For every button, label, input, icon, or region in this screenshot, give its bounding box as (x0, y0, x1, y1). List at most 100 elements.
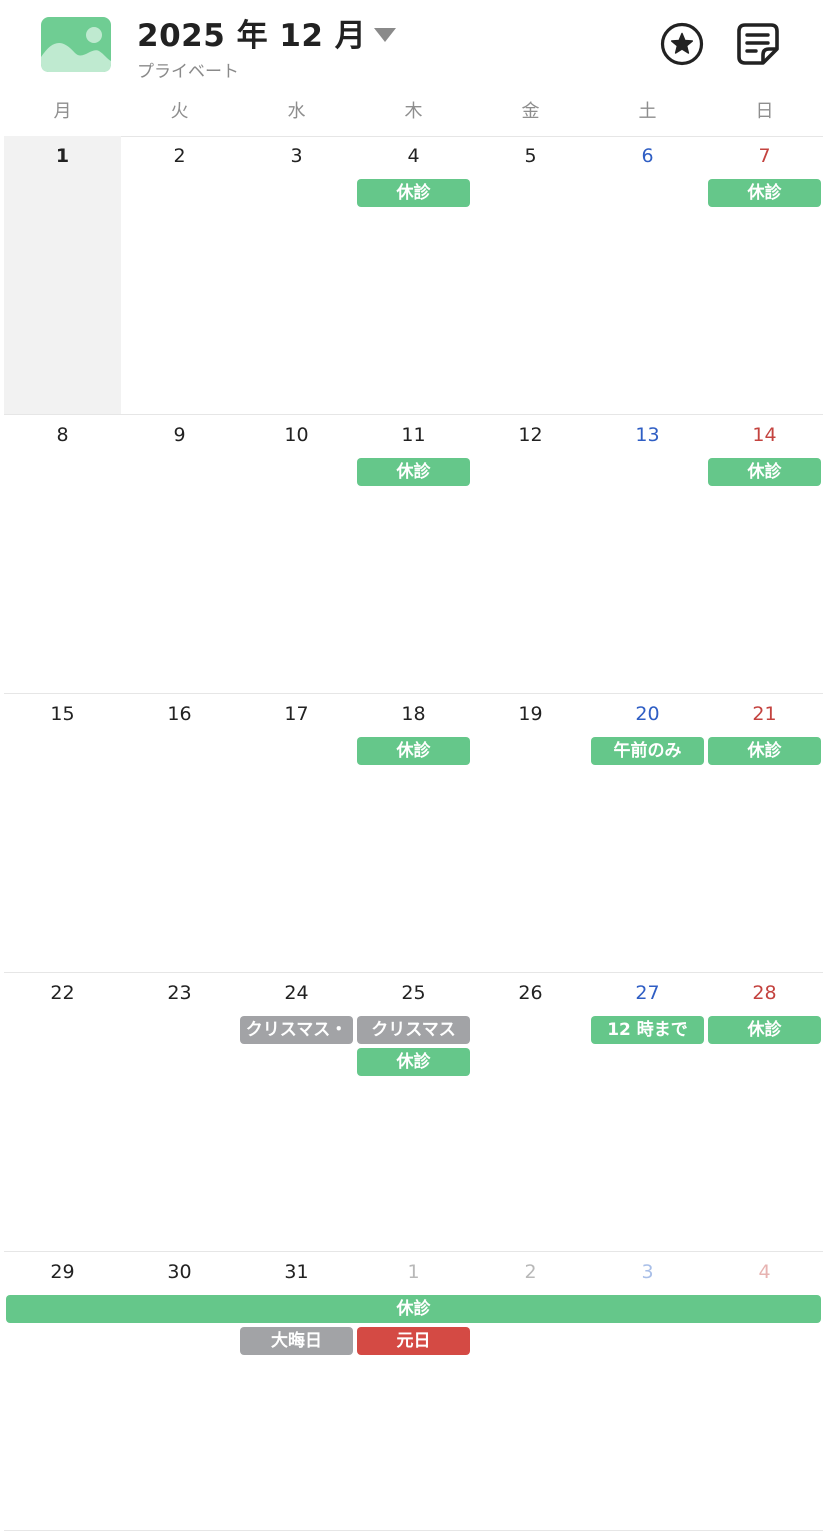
note-list-icon (737, 23, 779, 65)
day-cell[interactable]: 18 (355, 694, 472, 972)
day-number: 30 (167, 1261, 192, 1283)
triangle-down-icon (374, 27, 397, 42)
day-cell[interactable]: 14 (706, 415, 823, 693)
day-cell[interactable]: 8 (4, 415, 121, 693)
favorite-button[interactable] (660, 22, 704, 66)
day-cell[interactable]: 15 (4, 694, 121, 972)
event-chip[interactable]: 休診 (708, 179, 821, 207)
event-chip[interactable]: 午前のみ (591, 737, 704, 765)
weekday-header: 月火水木金土日 (4, 92, 823, 137)
day-cell[interactable]: 13 (589, 415, 706, 693)
event-chip[interactable]: 休診 (357, 458, 470, 486)
weekday-label: 水 (287, 101, 306, 122)
event-chip[interactable]: 大晦日 (240, 1327, 353, 1355)
day-number: 9 (173, 424, 186, 446)
weekday-label: 月 (53, 101, 72, 122)
day-number: 4 (407, 145, 420, 167)
week-row: 1 2 3 4 5 6 7 休診 休診 (4, 136, 823, 415)
day-number: 28 (752, 982, 777, 1004)
day-number: 26 (518, 982, 543, 1004)
day-number: 14 (752, 424, 777, 446)
event-chip[interactable]: 休診 (6, 1295, 821, 1323)
day-number: 25 (401, 982, 426, 1004)
day-cell[interactable]: 30 (121, 1252, 238, 1530)
star-circle-icon (660, 22, 704, 66)
day-number: 11 (401, 424, 426, 446)
day-number: 18 (401, 703, 426, 725)
day-number: 2 (524, 1261, 537, 1283)
weekday-label: 火 (170, 101, 189, 122)
day-cell[interactable]: 1 (355, 1252, 472, 1530)
calendar-header: 2025 年 12 月 プライベート (0, 0, 828, 92)
day-cell[interactable]: 22 (4, 973, 121, 1251)
day-number: 5 (524, 145, 537, 167)
month-title-dropdown[interactable]: 2025 年 12 月 (137, 10, 397, 55)
event-chip[interactable]: クリスマス・ (240, 1016, 353, 1044)
day-cell[interactable]: 27 (589, 973, 706, 1251)
weekday-label: 日 (755, 101, 774, 122)
day-number: 3 (290, 145, 303, 167)
event-chip[interactable]: 休診 (357, 179, 470, 207)
day-cell[interactable]: 20 (589, 694, 706, 972)
day-cell[interactable]: 21 (706, 694, 823, 972)
day-cell[interactable]: 1 (4, 136, 121, 414)
month-title: 2025 年 12 月 (137, 18, 367, 54)
day-number: 19 (518, 703, 543, 725)
day-cell[interactable]: 5 (472, 136, 589, 414)
notes-button[interactable] (735, 21, 781, 67)
day-cell[interactable]: 2 (472, 1252, 589, 1530)
day-cell[interactable]: 10 (238, 415, 355, 693)
day-number: 24 (284, 982, 309, 1004)
event-chip[interactable]: 休診 (357, 1048, 470, 1076)
day-cell[interactable]: 19 (472, 694, 589, 972)
day-cell[interactable]: 28 (706, 973, 823, 1251)
day-cell[interactable]: 25 (355, 973, 472, 1251)
day-cell[interactable]: 12 (472, 415, 589, 693)
event-chip[interactable]: 休診 (708, 737, 821, 765)
day-number: 7 (758, 145, 771, 167)
day-number: 3 (641, 1261, 654, 1283)
day-number: 13 (635, 424, 660, 446)
day-cell[interactable]: 16 (121, 694, 238, 972)
weekday-label: 土 (638, 101, 657, 122)
day-cell[interactable]: 3 (238, 136, 355, 414)
day-number: 31 (284, 1261, 309, 1283)
event-chip[interactable]: 休診 (708, 1016, 821, 1044)
day-cell[interactable]: 2 (121, 136, 238, 414)
day-number: 2 (173, 145, 186, 167)
day-cell[interactable]: 24 (238, 973, 355, 1251)
day-number: 16 (167, 703, 192, 725)
day-number: 23 (167, 982, 192, 1004)
event-chip[interactable]: 休診 (357, 737, 470, 765)
day-number: 1 (407, 1261, 420, 1283)
day-cell[interactable]: 4 (355, 136, 472, 414)
event-chip[interactable]: 12 時まで (591, 1016, 704, 1044)
week-row: 8 9 10 11 12 13 14 休診 休診 (4, 415, 823, 694)
event-chip[interactable]: クリスマス (357, 1016, 470, 1044)
day-number: 20 (635, 703, 660, 725)
day-cell[interactable]: 7 (706, 136, 823, 414)
day-cell[interactable]: 4 (706, 1252, 823, 1530)
day-cell[interactable]: 3 (589, 1252, 706, 1530)
event-chip[interactable]: 元日 (357, 1327, 470, 1355)
day-number: 22 (50, 982, 75, 1004)
day-cell[interactable]: 31 (238, 1252, 355, 1530)
day-number: 17 (284, 703, 309, 725)
image-photo-icon[interactable] (41, 17, 111, 72)
day-cell[interactable]: 9 (121, 415, 238, 693)
week-row: 15 16 17 18 19 20 21 休診 午前のみ 休診 (4, 694, 823, 973)
day-number: 4 (758, 1261, 771, 1283)
day-cell[interactable]: 6 (589, 136, 706, 414)
day-cell[interactable]: 26 (472, 973, 589, 1251)
day-cell[interactable]: 17 (238, 694, 355, 972)
day-number: 21 (752, 703, 777, 725)
event-chip[interactable]: 休診 (708, 458, 821, 486)
calendar-name: プライベート (137, 62, 239, 82)
day-number: 1 (55, 145, 70, 167)
day-cell[interactable]: 23 (121, 973, 238, 1251)
day-cell[interactable]: 11 (355, 415, 472, 693)
day-cell[interactable]: 29 (4, 1252, 121, 1530)
day-number: 12 (518, 424, 543, 446)
day-number: 15 (50, 703, 75, 725)
day-number: 29 (50, 1261, 75, 1283)
